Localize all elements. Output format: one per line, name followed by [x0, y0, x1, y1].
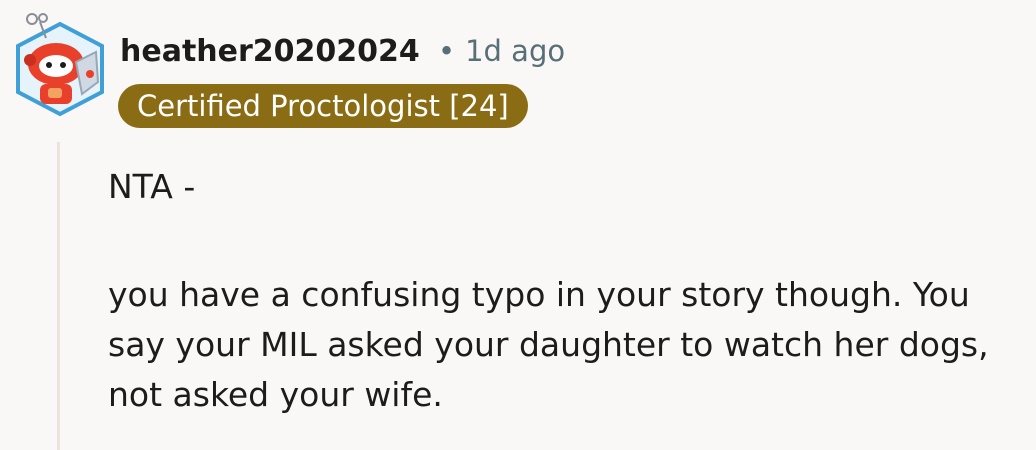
comment-meta: • 1d ago [438, 34, 565, 68]
comment-timestamp[interactable]: 1d ago [465, 34, 565, 68]
comment-author[interactable]: heather20202024 [120, 34, 420, 69]
user-avatar-icon[interactable] [10, 10, 110, 118]
comment-paragraph: NTA - [108, 167, 196, 206]
meta-separator: • [438, 34, 456, 68]
user-flair-badge: Certified Proctologist [24] [118, 84, 528, 128]
comment-paragraph: you have a confusing typo in your story … [108, 275, 989, 414]
thread-line[interactable] [57, 142, 60, 450]
comment: heather20202024 • 1d ago Certified Procto… [0, 0, 1036, 450]
comment-body: NTA - you have a confusing typo in your … [108, 162, 1018, 420]
